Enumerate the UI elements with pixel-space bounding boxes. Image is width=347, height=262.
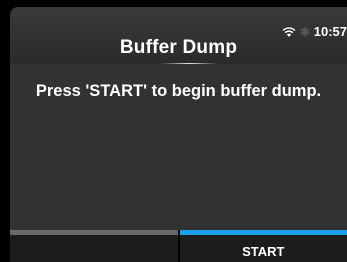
page-title: Buffer Dump bbox=[119, 37, 238, 58]
printer-screen: ✱ 10:57 Buffer Dump Press 'START' to beg… bbox=[0, 0, 347, 262]
instruction-message: Press 'START' to begin buffer dump. bbox=[35, 82, 322, 100]
header-bar: ✱ 10:57 Buffer Dump bbox=[10, 7, 347, 65]
start-button[interactable]: START bbox=[179, 230, 347, 262]
left-softkey[interactable] bbox=[10, 230, 178, 262]
bluetooth-icon: ✱ bbox=[299, 24, 310, 39]
softkey-bar: START bbox=[10, 230, 347, 262]
content-panel: Press 'START' to begin buffer dump. bbox=[10, 64, 347, 230]
wifi-icon bbox=[282, 26, 296, 37]
